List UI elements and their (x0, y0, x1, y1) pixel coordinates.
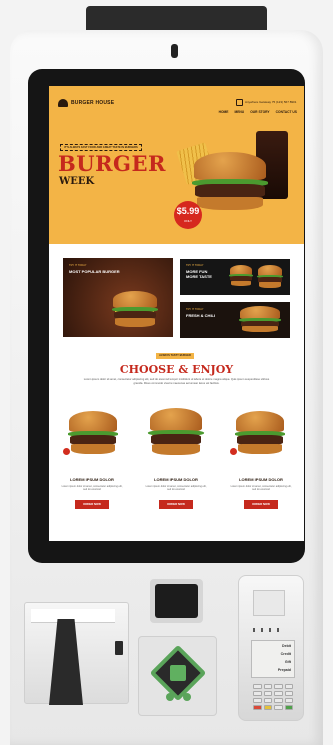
price-badge: $5.99 ONLY (174, 201, 202, 229)
nav-contact[interactable]: CONTACT US (276, 110, 297, 114)
terminal-option-debit: Debit (282, 644, 291, 648)
card-text: Lorem ipsum dolor sit amet, consectetur … (230, 485, 292, 492)
keypad-key[interactable] (263, 691, 272, 696)
terminal-screen: Debit Credit Gift Prepaid (251, 640, 295, 678)
promo-burger-image (238, 306, 282, 334)
pin-keypad (253, 684, 293, 710)
promo-burger-image (257, 265, 283, 289)
promo-title: FRESH & CHILI (186, 313, 216, 318)
keypad-key[interactable] (253, 684, 262, 689)
card-title: LOREM IPSUM DOLOR (239, 477, 283, 482)
nav-home[interactable]: HOME (219, 110, 229, 114)
order-now-button[interactable]: ORDER NOW (75, 500, 109, 509)
keypad-key[interactable] (274, 698, 283, 703)
hero-subtitle: WEEK (59, 176, 95, 187)
order-now-button[interactable]: ORDER NOW (244, 500, 278, 509)
product-card: LOREM IPSUM DOLOR Lorem ipsum dolor sit … (141, 406, 211, 531)
product-card: LOREM IPSUM DOLOR Lorem ipsum dolor sit … (57, 406, 127, 531)
keypad-key[interactable] (274, 684, 283, 689)
touch-screen[interactable]: BURGER HOUSE Anywhere Getaway 75 (123) 5… (49, 86, 304, 541)
burger-logo-icon (58, 99, 68, 107)
tomato-garnish (63, 448, 70, 455)
keypad-key[interactable] (263, 698, 272, 703)
camera (171, 44, 178, 58)
keypad-key[interactable] (284, 684, 293, 689)
receipt-slot[interactable] (49, 619, 83, 705)
card-text: Lorem ipsum dolor sit amet, consectetur … (145, 485, 207, 492)
indicator-dot (166, 693, 174, 701)
keypad-key[interactable] (284, 698, 293, 703)
hero-tagline: IT'S ALWAYS FAST FOOD AND GREAT TASTE IN… (60, 144, 142, 151)
promo-title-line2: MORE TASTE (186, 274, 212, 279)
promo-more-fun[interactable]: TRY IT TODAY MORE FUN MORE TASTE (180, 259, 290, 295)
promo-burger-image (111, 291, 159, 329)
product-burger-image (67, 411, 119, 457)
card-title: LOREM IPSUM DOLOR (70, 477, 114, 482)
nav-menu[interactable]: MENU (234, 110, 244, 114)
promo-kicker: TRY IT TODAY (69, 264, 87, 267)
product-card: LOREM IPSUM DOLOR Lorem ipsum dolor sit … (226, 406, 296, 531)
barcode-scanner-window (150, 579, 203, 623)
keypad-key[interactable] (284, 691, 293, 696)
phone-icon (236, 99, 243, 106)
section-pill: ALWAYS TASTY BURGER (156, 353, 194, 359)
hero-title: BURGER (58, 151, 166, 176)
terminal-option-prepaid: Prepaid (277, 668, 291, 672)
hero-burger-image (191, 152, 269, 214)
card-text: Lorem ipsum dolor sit amet, consectetur … (61, 485, 123, 492)
product-burger-image (148, 408, 204, 458)
keypad-key[interactable] (274, 691, 283, 696)
promo-kicker: TRY IT TODAY (186, 308, 204, 311)
tomato-garnish (230, 448, 237, 455)
product-burger-image (234, 411, 286, 457)
brand-name: BURGER HOUSE (71, 100, 115, 106)
section-title: CHOOSE & ENJOY (119, 363, 234, 376)
section-intro: Lorem ipsum dolor sit amet, consectetur … (83, 378, 270, 385)
keypad-key[interactable] (274, 705, 283, 710)
keypad-key[interactable] (253, 698, 262, 703)
clear-key[interactable] (263, 705, 272, 710)
keypad-key[interactable] (253, 691, 262, 696)
payment-terminal[interactable]: Debit Credit Gift Prepaid (238, 575, 304, 721)
hero-banner: BURGER HOUSE Anywhere Getaway 75 (123) 5… (49, 86, 304, 244)
contact-phone: Anywhere Getaway 75 (123) 567 8901 (245, 100, 297, 104)
promo-burger-image (229, 265, 253, 287)
keypad-key[interactable] (263, 684, 272, 689)
promo-popular-burger[interactable]: TRY IT TODAY MOST POPULAR BURGER (63, 258, 173, 337)
qr-reader-icon (170, 665, 186, 681)
printer-latch[interactable] (115, 641, 123, 655)
enter-key[interactable] (284, 705, 293, 710)
promo-kicker: TRY IT TODAY (186, 264, 204, 267)
terminal-option-gift: Gift (284, 660, 291, 664)
promo-fresh-chili[interactable]: TRY IT TODAY FRESH & CHILI (180, 302, 290, 338)
indicator-dot (183, 693, 191, 701)
promo-title: MOST POPULAR BURGER (69, 269, 120, 274)
receipt-printer (24, 602, 129, 705)
terminal-led-row (253, 628, 279, 632)
terminal-option-credit: Credit (280, 652, 291, 656)
cancel-key[interactable] (253, 705, 262, 710)
main-nav: HOME MENU OUR STORY CONTACT US (219, 110, 297, 114)
card-slot[interactable] (253, 590, 285, 616)
qr-scanner[interactable] (138, 636, 217, 716)
nav-our-story[interactable]: OUR STORY (250, 110, 269, 114)
card-title: LOREM IPSUM DOLOR (154, 477, 198, 482)
scanner-glass (155, 584, 198, 618)
price-note: ONLY (184, 219, 192, 223)
price-value: $5.99 (176, 206, 200, 216)
order-now-button[interactable]: ORDER NOW (159, 500, 193, 509)
